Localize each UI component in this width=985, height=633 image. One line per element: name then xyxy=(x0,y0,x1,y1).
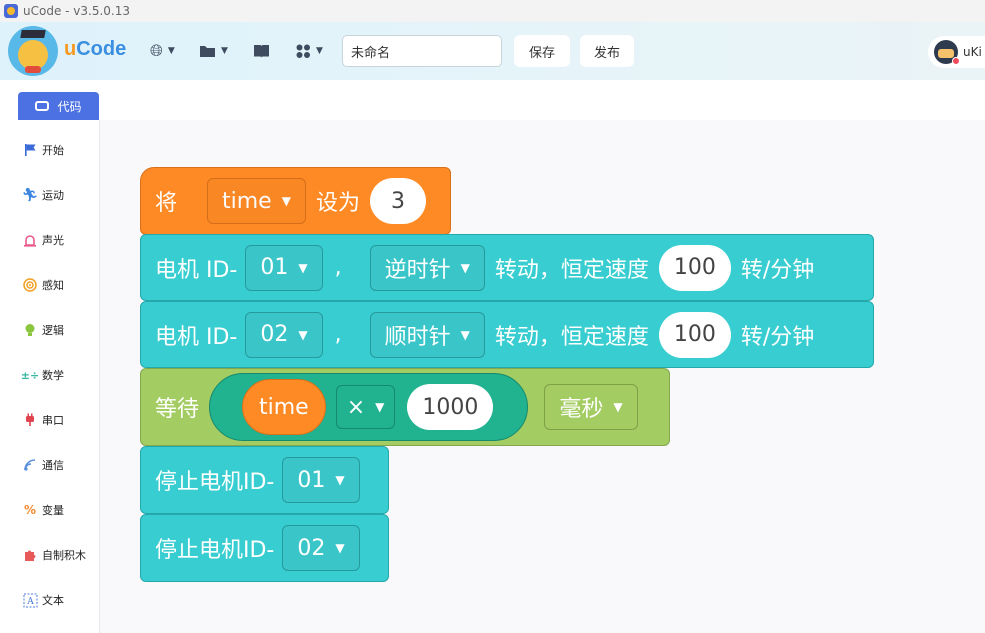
tab-code-label: 代码 xyxy=(57,99,82,114)
file-menu[interactable]: ▼ xyxy=(199,41,228,61)
avatar xyxy=(934,40,960,65)
caret-down-icon: ▼ xyxy=(298,260,308,275)
folder-icon xyxy=(200,46,215,57)
caret-down-icon: ▼ xyxy=(335,541,345,555)
app-icon xyxy=(4,4,18,18)
set-variable-block[interactable]: 将 time ▼ 设为 3 xyxy=(140,167,451,235)
caret-down-icon: ▼ xyxy=(221,46,228,56)
category-serial[interactable]: 串口 xyxy=(18,405,100,435)
category-text[interactable]: A 文本 xyxy=(18,585,100,615)
category-logic[interactable]: 逻辑 xyxy=(18,315,100,345)
caret-down-icon: ▼ xyxy=(281,194,291,208)
direction-dropdown[interactable]: 逆时针 ▼ xyxy=(369,244,485,291)
time-unit-dropdown[interactable]: 毫秒 ▼ xyxy=(544,384,638,430)
workspace-top xyxy=(100,80,985,120)
logo-text: uCode xyxy=(64,38,127,60)
running-icon: 🏃︎ xyxy=(21,187,39,203)
notification-dot xyxy=(952,57,960,65)
bulb-icon xyxy=(22,322,38,338)
tab-code[interactable]: 代码 xyxy=(18,92,99,120)
motor-rotate-block-1[interactable]: 电机 ID- 01 ▼ , 逆时针 ▼ 转动，恒定速度 100 转/分钟 xyxy=(140,234,874,301)
category-start[interactable]: 开始 xyxy=(18,135,100,165)
value-input[interactable]: 3 xyxy=(369,178,426,224)
caret-down-icon: ▼ xyxy=(375,400,385,414)
speed-input[interactable]: 100 xyxy=(658,311,731,358)
category-math[interactable]: ±÷ 数学 xyxy=(18,360,100,390)
caret-down-icon: ▼ xyxy=(316,46,323,56)
motor-id-dropdown[interactable]: 02 ▼ xyxy=(282,525,360,571)
motor-id-dropdown[interactable]: 02 ▼ xyxy=(245,311,323,358)
variable-reporter[interactable]: time xyxy=(242,379,326,435)
caret-down-icon: ▼ xyxy=(460,260,470,275)
window-title: uCode - v3.5.0.13 xyxy=(23,4,131,18)
alarm-icon xyxy=(22,232,38,248)
plug-icon xyxy=(22,412,38,428)
caret-down-icon: ▼ xyxy=(460,327,470,342)
wait-block[interactable]: 等待 time × ▼ 1000 毫秒 ▼ xyxy=(140,368,670,446)
flag-icon xyxy=(22,142,38,158)
category-list: 开始 🏃︎ 运动 声光 感知 逻辑 ±÷ 数学 串口 通信 % 变量 自制积木 … xyxy=(18,120,100,633)
variable-dropdown[interactable]: time ▼ xyxy=(207,178,306,224)
book-icon xyxy=(254,45,269,58)
category-sound-light[interactable]: 声光 xyxy=(18,225,100,255)
tutorial-button[interactable] xyxy=(253,41,270,61)
category-communication[interactable]: 通信 xyxy=(18,450,100,480)
direction-dropdown[interactable]: 顺时针 ▼ xyxy=(369,311,485,358)
multiply-operator-block[interactable]: time × ▼ 1000 xyxy=(209,373,529,441)
publish-button[interactable]: 发布 xyxy=(580,35,634,67)
user-name: uKi xyxy=(963,45,982,59)
text-icon: A xyxy=(22,592,38,608)
sidebar: 代码 开始 🏃︎ 运动 声光 感知 逻辑 ±÷ 数学 串口 通信 % 变量 自制… xyxy=(0,80,100,633)
header: uCode 🌐︎ ▼ ▼ ▼ 保存 发布 uKi xyxy=(0,22,985,80)
stop-motor-block-1[interactable]: 停止电机ID- 01 ▼ xyxy=(140,446,389,514)
svg-text:A: A xyxy=(26,597,34,607)
math-icon: ±÷ xyxy=(20,368,40,382)
caret-down-icon: ▼ xyxy=(335,473,345,487)
globe-icon: 🌐︎ xyxy=(150,41,163,60)
variable-icon: % xyxy=(23,503,37,517)
grid-icon xyxy=(296,44,310,58)
save-button[interactable]: 保存 xyxy=(514,35,570,67)
sensor-icon xyxy=(22,277,38,293)
motor-id-dropdown[interactable]: 01 ▼ xyxy=(282,457,360,503)
stop-motor-block-2[interactable]: 停止电机ID- 02 ▼ xyxy=(140,514,389,582)
caret-down-icon: ▼ xyxy=(298,327,308,342)
operator-dropdown[interactable]: × ▼ xyxy=(335,385,396,429)
logo-mascot-icon xyxy=(8,26,58,76)
language-menu[interactable]: 🌐︎ ▼ xyxy=(150,41,175,61)
antenna-icon xyxy=(22,457,38,473)
motor-rotate-block-2[interactable]: 电机 ID- 02 ▼ , 顺时针 ▼ 转动，恒定速度 100 转/分钟 xyxy=(140,301,874,368)
operand-input[interactable]: 1000 xyxy=(407,384,494,430)
caret-down-icon: ▼ xyxy=(613,400,623,414)
caret-down-icon: ▼ xyxy=(167,46,175,56)
category-my-blocks[interactable]: 自制积木 xyxy=(18,540,100,570)
extensions-menu[interactable]: ▼ xyxy=(296,41,323,61)
project-name-input[interactable] xyxy=(342,35,502,67)
category-motion[interactable]: 🏃︎ 运动 xyxy=(18,180,100,210)
category-sensing[interactable]: 感知 xyxy=(18,270,100,300)
code-tab-icon xyxy=(35,101,50,111)
speed-input[interactable]: 100 xyxy=(658,244,731,291)
window-titlebar: uCode - v3.5.0.13 xyxy=(0,0,985,22)
puzzle-icon xyxy=(22,547,38,563)
category-variables[interactable]: % 变量 xyxy=(18,495,100,525)
motor-id-dropdown[interactable]: 01 ▼ xyxy=(245,244,323,291)
user-menu[interactable]: uKi xyxy=(928,36,985,68)
